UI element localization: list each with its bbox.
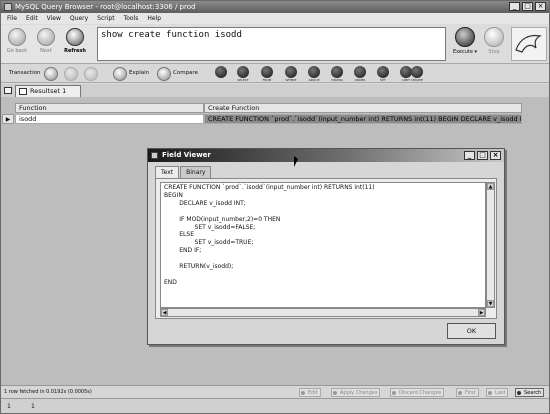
sql-update-button[interactable]: UPDATE <box>407 66 427 82</box>
column-header-function[interactable]: Function <box>15 103 204 113</box>
search-icon <box>517 391 521 395</box>
cell-create-function[interactable]: CREATE FUNCTION `prod`.`isodd`(input_num… <box>204 114 522 124</box>
window-title: MySQL Query Browser - root@localhost:330… <box>15 3 196 11</box>
dialog-close-button[interactable]: × <box>490 151 501 160</box>
execute-area: Execute ▾ Stop <box>451 27 509 61</box>
sql-order-button[interactable]: ORDER <box>350 66 370 82</box>
commit-icon[interactable] <box>64 67 78 81</box>
menu-view[interactable]: View <box>47 13 61 24</box>
column-position: 1 <box>7 403 11 410</box>
field-viewer-dialog: Field Viewer _ □ × Text Binary CREATE FU… <box>147 148 505 345</box>
scroll-down-icon[interactable]: ▼ <box>487 300 494 307</box>
dialog-tabs: Text Binary <box>155 166 212 178</box>
vertical-scrollbar[interactable]: ▲ ▼ <box>486 182 495 308</box>
refresh-button[interactable]: Refresh <box>61 28 89 54</box>
tab-binary[interactable]: Binary <box>180 166 212 178</box>
menu-help[interactable]: Help <box>147 13 161 24</box>
close-button[interactable]: × <box>535 2 546 11</box>
stop-icon <box>484 27 504 47</box>
scroll-left-icon[interactable]: ◀ <box>161 309 168 316</box>
app-icon <box>151 152 158 159</box>
menu-file[interactable]: File <box>7 13 17 24</box>
execute-button[interactable]: Execute ▾ <box>451 27 479 55</box>
explain-button[interactable]: Explain <box>129 70 149 76</box>
dialog-title: Field Viewer <box>162 151 211 159</box>
resultset-tab-strip: Resultset 1 <box>1 84 549 97</box>
stop-button[interactable]: Stop <box>480 27 508 55</box>
last-button[interactable]: Last <box>486 388 509 397</box>
sql-from-button[interactable]: FROM <box>257 66 277 82</box>
column-header-create-function[interactable]: Create Function <box>204 103 522 113</box>
transaction-label: Transaction <box>9 70 41 76</box>
check-icon <box>333 391 337 395</box>
status-bar: 1 row fetched in 0.0192s (0.0005s) Edit … <box>1 385 549 398</box>
start-transaction-icon[interactable] <box>44 67 58 81</box>
cell-function[interactable]: isodd <box>15 114 204 124</box>
lightning-icon <box>455 27 475 47</box>
apply-changes-button[interactable]: Apply Changes <box>331 388 381 397</box>
menu-script[interactable]: Script <box>97 13 114 24</box>
horizontal-scrollbar[interactable]: ◀ ▶ <box>160 308 486 317</box>
refresh-icon <box>66 28 84 46</box>
position-bar: 1 1 <box>1 398 549 413</box>
row-position: 1 <box>31 403 35 410</box>
first-button[interactable]: First <box>456 388 479 397</box>
back-arrow-icon <box>8 28 26 46</box>
scroll-up-icon[interactable]: ▲ <box>487 183 494 190</box>
menu-bar: File Edit View Query Script Tools Help <box>1 13 549 24</box>
app-icon <box>4 3 12 11</box>
cross-icon <box>392 391 396 395</box>
edit-button[interactable]: Edit <box>299 388 321 397</box>
compare-icon[interactable] <box>157 67 171 81</box>
tab-resultset-1[interactable]: Resultset 1 <box>15 85 81 97</box>
dialog-maximize-button[interactable]: □ <box>477 151 488 160</box>
menu-query[interactable]: Query <box>70 13 88 24</box>
sql-set-button[interactable]: SET <box>373 66 393 82</box>
text-panel: CREATE FUNCTION `prod`.`isodd`(input_num… <box>155 178 497 319</box>
tab-text[interactable]: Text <box>155 166 180 178</box>
menu-tools[interactable]: Tools <box>124 13 139 24</box>
first-icon <box>458 391 462 395</box>
next-button[interactable]: Next <box>32 28 60 54</box>
scroll-right-icon[interactable]: ▶ <box>478 309 485 316</box>
discard-changes-button[interactable]: Discard Changes <box>390 388 445 397</box>
last-icon <box>488 391 492 395</box>
rollback-icon[interactable] <box>84 67 98 81</box>
go-back-button[interactable]: Go back <box>3 28 31 54</box>
query-toolbar: Transaction Explain Compare SELECT FROM … <box>1 63 549 83</box>
mysql-dolphin-logo <box>511 27 547 61</box>
mouse-pointer-icon <box>294 156 298 167</box>
query-editor[interactable]: show create function isodd <box>97 27 446 61</box>
rows-fetched-status: 1 row fetched in 0.0192s (0.0005s) <box>4 389 92 395</box>
pencil-icon <box>301 391 305 395</box>
minimize-button[interactable]: _ <box>509 2 520 11</box>
menu-edit[interactable]: Edit <box>26 13 38 24</box>
navigation-toolbar: Go back Next Refresh <box>1 25 97 63</box>
search-button[interactable]: Search <box>515 388 545 397</box>
sql-where-button[interactable]: WHERE <box>281 66 301 82</box>
forward-arrow-icon <box>37 28 55 46</box>
compare-button[interactable]: Compare <box>173 70 198 76</box>
sql-select-button[interactable] <box>211 66 231 82</box>
grid-icon <box>19 88 27 95</box>
sql-having-button[interactable]: HAVING <box>327 66 347 82</box>
new-tab-icon[interactable] <box>4 87 12 94</box>
current-row-indicator: ▶ <box>2 114 14 124</box>
maximize-button[interactable]: □ <box>522 2 533 11</box>
select-icon <box>215 66 227 78</box>
sql-select2-button[interactable]: SELECT <box>233 66 253 82</box>
field-text-area[interactable]: CREATE FUNCTION `prod`.`isodd`(input_num… <box>160 182 486 308</box>
title-bar: MySQL Query Browser - root@localhost:330… <box>1 1 549 13</box>
sql-group-button[interactable]: GROUP <box>304 66 324 82</box>
dialog-title-bar: Field Viewer _ □ × <box>148 149 504 162</box>
ok-button[interactable]: OK <box>447 323 496 339</box>
explain-icon[interactable] <box>113 67 127 81</box>
dialog-minimize-button[interactable]: _ <box>464 151 475 160</box>
